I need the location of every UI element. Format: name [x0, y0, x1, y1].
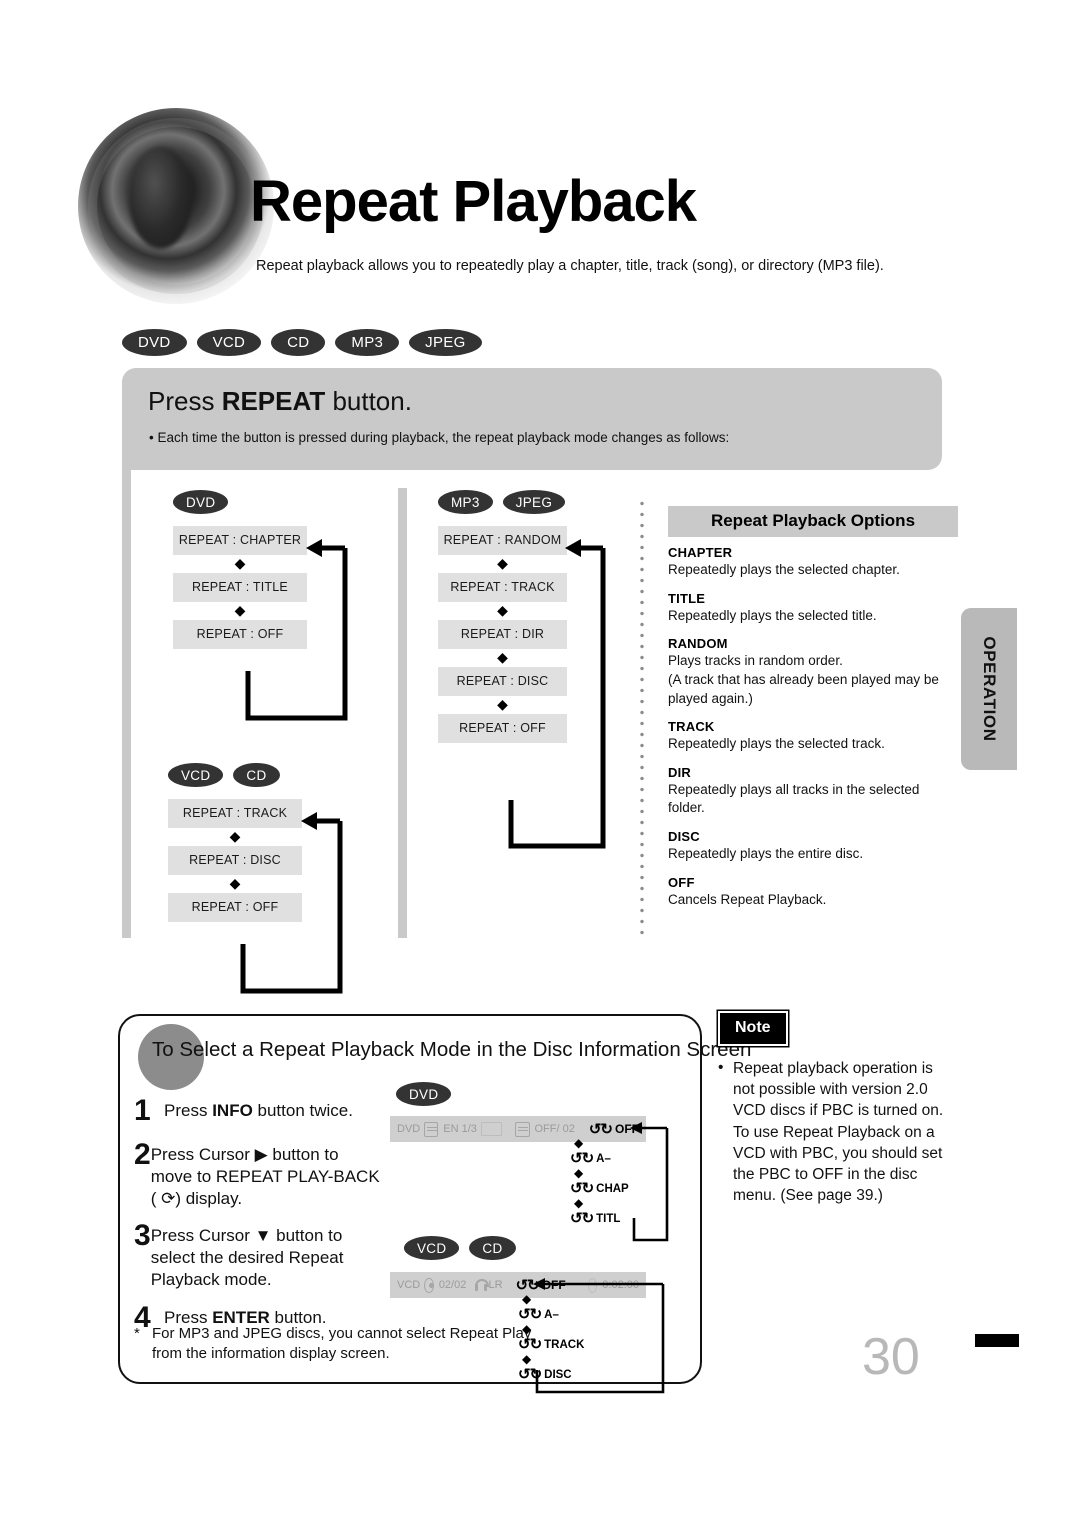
dotted-divider [640, 498, 644, 938]
flow-mp3-jpeg-badges: MP3 JPEG [438, 490, 567, 514]
repeat-glyph-icon: ↺↻ [588, 1120, 613, 1138]
osd-vcd-badges: VCD CD [404, 1236, 516, 1260]
osd-dvd-mode-a-label: A– [596, 1152, 611, 1165]
step-2-text: Press Cursor ▶ button to move to REPEAT … [150, 1145, 380, 1208]
disc-badge-dvd-osd: DVD [396, 1082, 452, 1106]
step-1-keyword: INFO [212, 1101, 253, 1120]
subtitle-icon [424, 1121, 439, 1137]
step-1-number: 1 [134, 1094, 151, 1127]
osd-dvd-field-audio: EN 1/3 [443, 1123, 477, 1135]
option-desc-title: Repeatedly plays the selected title. [668, 607, 877, 623]
option-desc-random: Plays tracks in random order. (A track t… [668, 653, 939, 706]
info-box-footnote: * For MP3 and JPEG discs, you cannot sel… [134, 1324, 554, 1365]
note-body: Repeat playback operation is not possibl… [733, 1060, 944, 1205]
repeat-playback-options-panel: Repeat Playback Options CHAPTER Repeated… [668, 506, 958, 909]
step-1-suffix: button twice. [252, 1101, 353, 1120]
section-tab-operation: OPERATION [961, 608, 1017, 770]
note-badge: Note [720, 1013, 786, 1044]
disc-badge-jpeg-flow: JPEG [502, 490, 566, 514]
option-desc-track: Repeatedly plays the selected track. [668, 736, 885, 752]
disc-badge-jpeg: JPEG [409, 329, 482, 356]
page-dash-decoration [975, 1334, 1019, 1347]
option-term-dir: DIR [668, 764, 691, 780]
option-desc-chapter: Repeatedly plays the selected chapter. [668, 562, 900, 577]
disc-badge-vcd: VCD [196, 329, 262, 356]
disc-badge-cd: CD [271, 329, 326, 356]
option-term-track: TRACK [668, 719, 715, 735]
note-text: • Repeat playback operation is not possi… [718, 1058, 956, 1207]
footnote-text: For MP3 and JPEG discs, you cannot selec… [152, 1325, 532, 1363]
option-term-disc: DISC [668, 829, 700, 844]
option-term-chapter: CHAPTER [668, 545, 733, 560]
flow-dvd-loop-arrow [245, 539, 348, 721]
osd-vcd-loop-arrow [533, 1278, 665, 1394]
headphone-icon [475, 1279, 490, 1291]
disc-badge-cd-osd: CD [469, 1236, 516, 1260]
mid-rail [398, 488, 407, 938]
step-3-text: Press Cursor ▼ button to select the desi… [150, 1226, 344, 1289]
disc-badge-row: DVD VCD CD MP3 JPEG [122, 329, 482, 356]
disc-badge-vcd-osd: VCD [404, 1236, 460, 1260]
angle-icon [515, 1121, 530, 1137]
osd-vcd-field-audio: LR [488, 1279, 503, 1291]
dolby-digital-icon [480, 1122, 503, 1136]
manual-page: Repeat Playback Repeat playback allows y… [0, 0, 1080, 1528]
step-1: 1 Press INFO button twice. [134, 1096, 384, 1126]
option-desc-disc: Repeatedly plays the entire disc. [668, 846, 864, 861]
footnote-marker: * [134, 1325, 140, 1342]
flow-vcd-cd-badges: VCD CD [168, 763, 302, 787]
osd-dvd-field-subtitle: OFF/ 02 [534, 1123, 575, 1135]
step-1-prefix: Press [164, 1101, 213, 1120]
press-repeat-title: Press REPEAT button. [148, 386, 412, 417]
step-2-number: 2 [134, 1138, 151, 1171]
press-repeat-keyword: REPEAT [221, 386, 326, 416]
page-title: Repeat Playback [250, 169, 697, 234]
disc-badge-dvd-flow: DVD [173, 490, 229, 514]
disc-badge-mp3: MP3 [335, 329, 400, 356]
option-desc-dir: Repeatedly plays all tracks in the selec… [668, 781, 920, 816]
option-term-off: OFF [668, 874, 695, 890]
info-box-heading: To Select a Repeat Playback Mode in the … [152, 1038, 752, 1061]
note-bullet: • [718, 1059, 724, 1076]
step-3: 3 Press Cursor ▼ button to select the de… [134, 1219, 374, 1290]
press-repeat-panel: Press REPEAT button. • Each time the but… [122, 368, 942, 470]
flow-mp3-jpeg-loop-arrow [508, 539, 606, 849]
disc-badge-cd-flow: CD [233, 763, 280, 787]
step-1-text: Press INFO button twice. [164, 1096, 353, 1126]
step-2: 2 Press Cursor ▶ button to move to REPEA… [134, 1138, 384, 1209]
osd-vcd-field-disc: VCD [397, 1279, 421, 1291]
page-number: 30 [862, 1328, 920, 1386]
press-repeat-bullet: • Each time the button is pressed during… [149, 430, 730, 445]
osd-vcd-field-track: 02/02 [438, 1279, 467, 1291]
repeat-glyph-icon: ↺↻ [570, 1150, 594, 1167]
section-tab-label: OPERATION [980, 636, 999, 742]
osd-dvd-loop-arrow [630, 1122, 669, 1242]
osd-dvd-field-disc: DVD [397, 1123, 421, 1135]
left-rail [122, 470, 131, 938]
disc-badge-mp3-flow: MP3 [438, 490, 493, 514]
option-desc-off: Cancels Repeat Playback. [668, 891, 827, 907]
option-term-random: RANDOM [668, 636, 728, 652]
speaker-graphic-icon [78, 108, 274, 304]
disc-badge-dvd: DVD [122, 329, 187, 356]
osd-dvd-badges: DVD [396, 1082, 452, 1106]
options-panel-title: Repeat Playback Options [668, 506, 958, 537]
repeat-glyph-icon: ↺↻ [570, 1180, 594, 1197]
disc-badge-vcd-flow: VCD [168, 763, 224, 787]
press-repeat-prefix: Press [148, 386, 222, 416]
page-subtitle: Repeat playback allows you to repeatedly… [256, 258, 884, 274]
disc-icon [424, 1277, 434, 1293]
step-3-number: 3 [134, 1219, 151, 1252]
repeat-glyph-icon: ↺↻ [570, 1210, 594, 1227]
option-term-title: TITLE [668, 590, 706, 606]
flow-vcd-cd-loop-arrow [240, 812, 343, 994]
press-repeat-suffix: button. [325, 386, 412, 416]
flow-dvd-badges: DVD [173, 490, 307, 514]
